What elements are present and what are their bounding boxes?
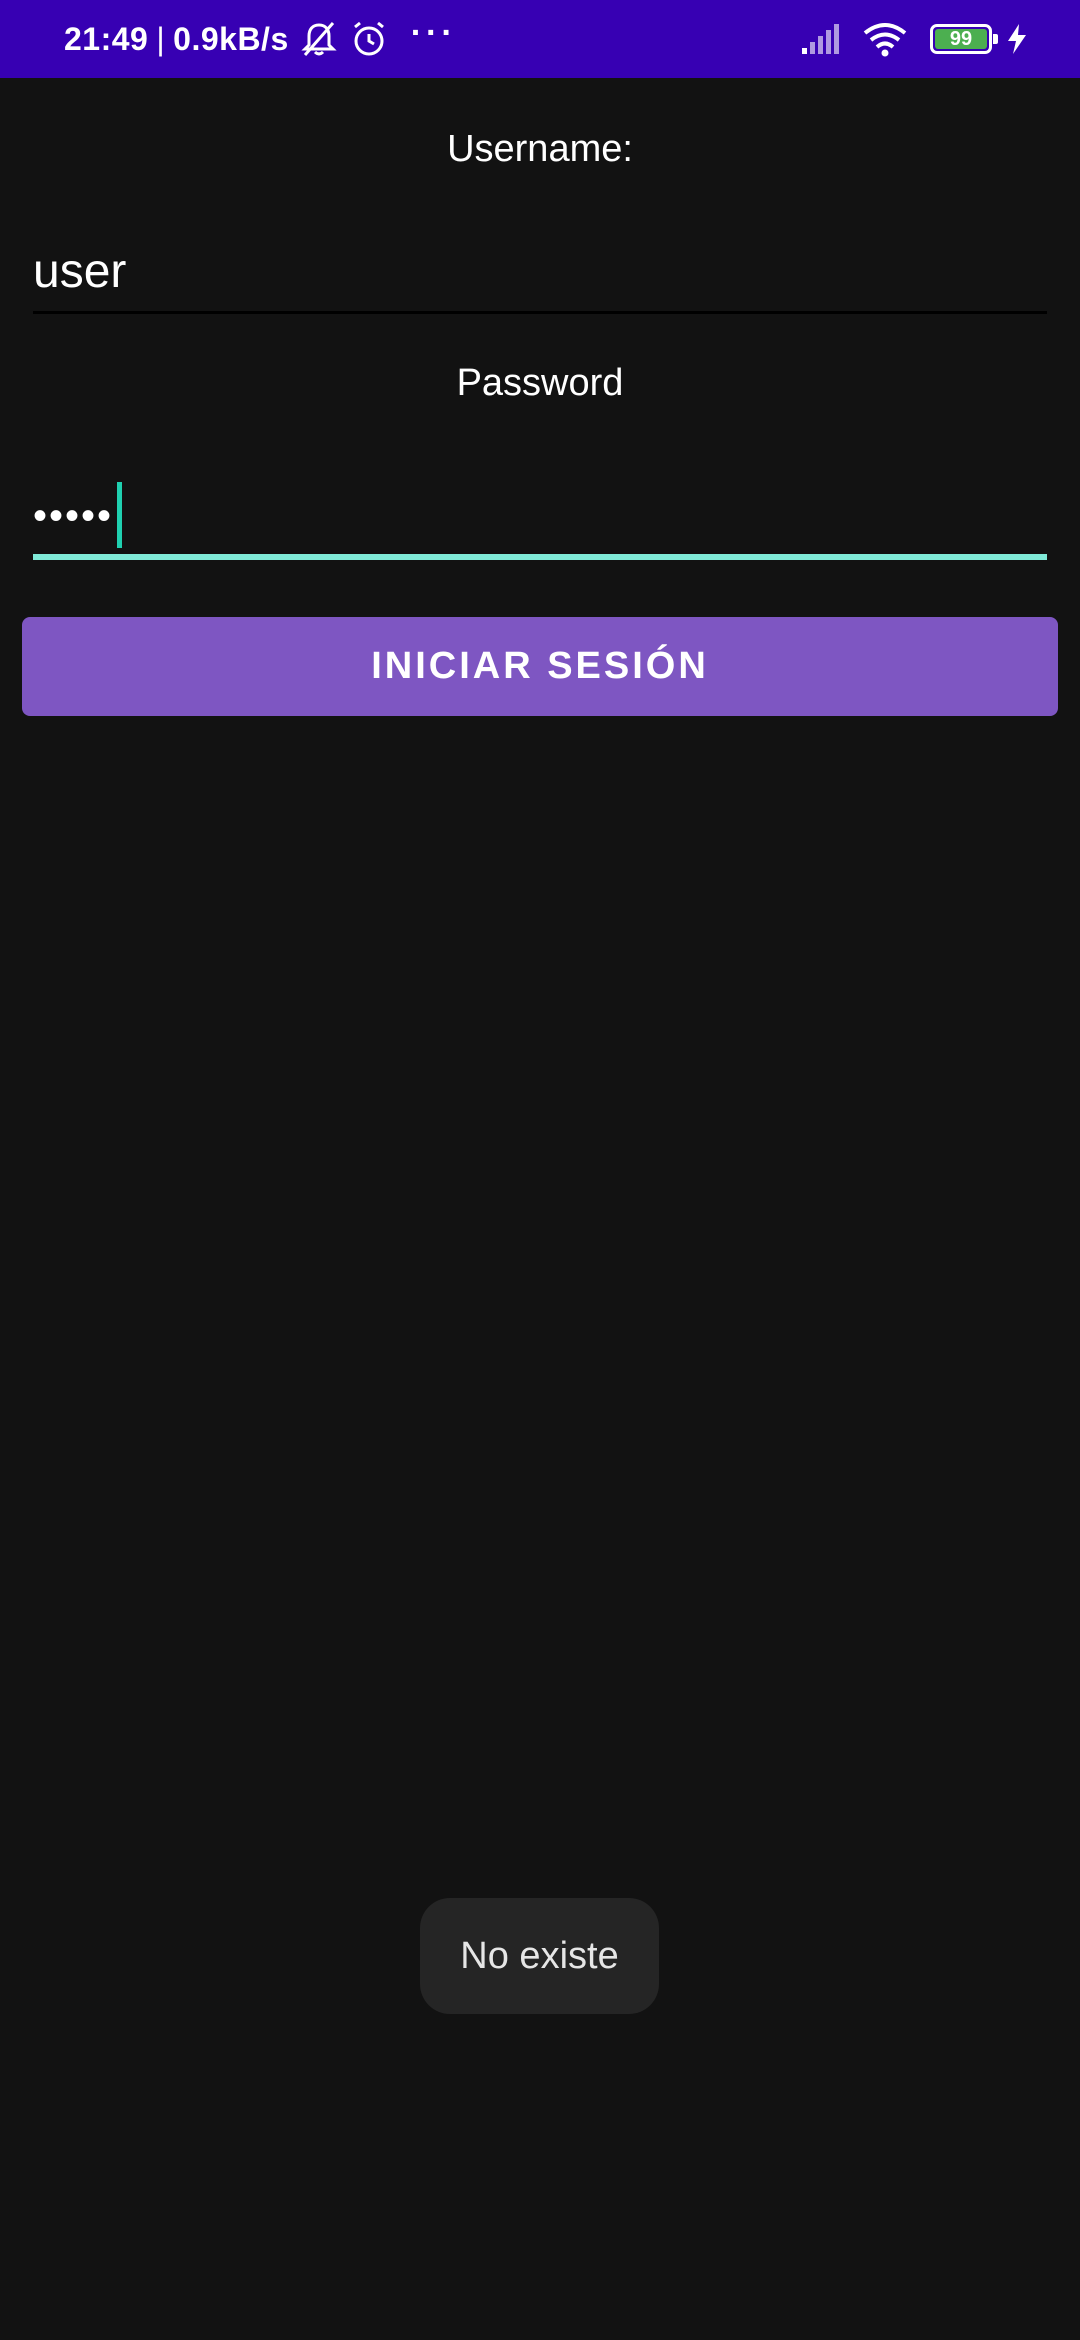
text-cursor [117, 482, 122, 548]
more-notifications-icon: ··· [410, 13, 457, 52]
toast-message: No existe [420, 1898, 659, 2014]
status-time: 21:49 [64, 20, 149, 57]
login-button[interactable]: INICIAR SESIÓN [22, 617, 1058, 716]
password-label: Password [456, 362, 624, 404]
status-separator: | [156, 20, 166, 57]
battery-level: 99 [949, 27, 973, 50]
alarm-icon [349, 19, 389, 59]
battery-icon: 99 [930, 24, 998, 54]
username-value[interactable]: user [33, 244, 126, 299]
username-label: Username: [447, 128, 633, 170]
network-speed: 0.9kB/s [173, 20, 289, 57]
status-bar-left: 21:49 | 0.9kB/s ··· [64, 0, 457, 78]
password-value[interactable]: ••••• [33, 494, 113, 539]
signal-icon [800, 22, 844, 56]
status-bar: 21:49 | 0.9kB/s ··· 99 [0, 0, 1080, 78]
wifi-icon [862, 21, 908, 57]
charging-icon [1006, 23, 1028, 55]
bell-muted-icon [299, 19, 339, 59]
username-input[interactable]: user [33, 230, 1047, 314]
password-input[interactable]: ••••• [33, 468, 1047, 560]
status-bar-right: 99 [800, 0, 1028, 78]
